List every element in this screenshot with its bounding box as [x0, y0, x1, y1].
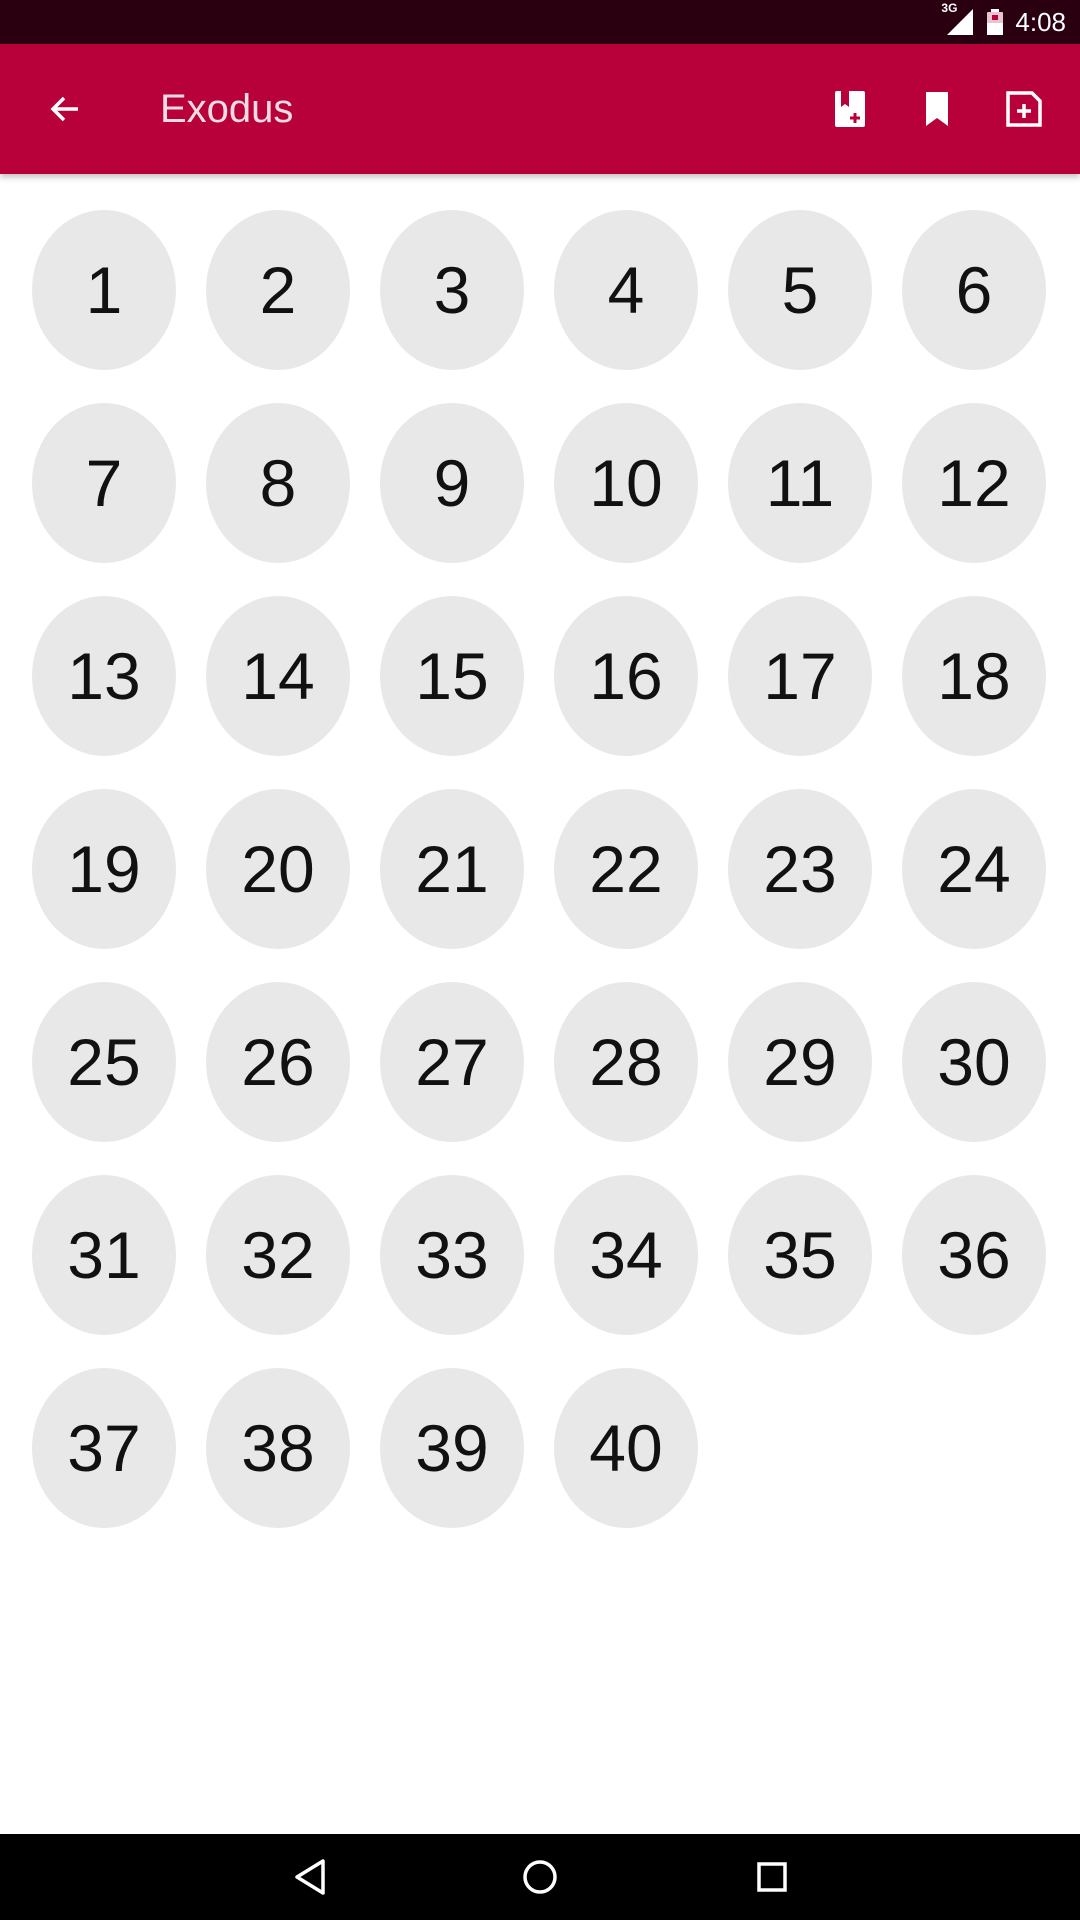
chapter-button[interactable]: 36: [902, 1175, 1046, 1335]
chapter-button[interactable]: 15: [380, 596, 524, 756]
back-triangle-icon: [295, 1859, 325, 1895]
navigation-bar: [0, 1834, 1080, 1920]
chapter-button[interactable]: 5: [728, 210, 872, 370]
chapter-button[interactable]: 3: [380, 210, 524, 370]
chapter-button[interactable]: 21: [380, 789, 524, 949]
chapter-button[interactable]: 32: [206, 1175, 350, 1335]
chapter-button[interactable]: 4: [554, 210, 698, 370]
signal-icon: 3G: [941, 1, 975, 37]
chapter-button[interactable]: 14: [206, 596, 350, 756]
chapter-button[interactable]: 25: [32, 982, 176, 1142]
home-circle-icon: [523, 1860, 557, 1894]
chapter-button[interactable]: 12: [902, 403, 1046, 563]
chapter-button[interactable]: 8: [206, 403, 350, 563]
recents-square-icon: [757, 1862, 787, 1892]
chapter-button[interactable]: 28: [554, 982, 698, 1142]
bookmark-add-button[interactable]: [818, 77, 882, 141]
note-add-icon: [1006, 91, 1042, 127]
chapter-button[interactable]: 37: [32, 1368, 176, 1528]
chapter-button[interactable]: 19: [32, 789, 176, 949]
nav-home-button[interactable]: [510, 1847, 570, 1907]
chapter-button[interactable]: 33: [380, 1175, 524, 1335]
status-time: 4:08: [1015, 6, 1066, 37]
chapter-button[interactable]: 24: [902, 789, 1046, 949]
chapter-button[interactable]: 9: [380, 403, 524, 563]
chapter-button[interactable]: 20: [206, 789, 350, 949]
bookmark-add-icon: [835, 91, 865, 127]
chapter-button[interactable]: 39: [380, 1368, 524, 1528]
bookmark-button[interactable]: [905, 77, 969, 141]
nav-back-button[interactable]: [280, 1847, 340, 1907]
chapter-button[interactable]: 38: [206, 1368, 350, 1528]
bookmark-icon: [926, 92, 948, 126]
network-type: 3G: [941, 1, 958, 15]
chapter-button[interactable]: 6: [902, 210, 1046, 370]
chapter-button[interactable]: 30: [902, 982, 1046, 1142]
chapter-button[interactable]: 13: [32, 596, 176, 756]
chapter-button[interactable]: 7: [32, 403, 176, 563]
nav-recents-button[interactable]: [742, 1847, 802, 1907]
status-icons: 3G 4:08: [941, 0, 1066, 44]
chapter-button[interactable]: 26: [206, 982, 350, 1142]
chapter-button[interactable]: 31: [32, 1175, 176, 1335]
chapter-button[interactable]: 17: [728, 596, 872, 756]
chapter-button[interactable]: 18: [902, 596, 1046, 756]
chapter-button[interactable]: 16: [554, 596, 698, 756]
chapter-button[interactable]: 2: [206, 210, 350, 370]
note-add-button[interactable]: [992, 77, 1056, 141]
chapter-button[interactable]: 1: [32, 210, 176, 370]
chapter-button[interactable]: 22: [554, 789, 698, 949]
chapter-button[interactable]: 11: [728, 403, 872, 563]
battery-icon: [987, 9, 1004, 35]
status-bar: 3G 4:08: [0, 0, 1080, 44]
arrow-left-icon: [50, 96, 78, 122]
app-bar: Exodus: [0, 44, 1080, 174]
chapter-button[interactable]: 10: [554, 403, 698, 563]
chapter-button[interactable]: 34: [554, 1175, 698, 1335]
chapter-button[interactable]: 40: [554, 1368, 698, 1528]
back-button[interactable]: [32, 77, 96, 141]
page-title: Exodus: [160, 87, 294, 131]
chapter-button[interactable]: 27: [380, 982, 524, 1142]
chapter-button[interactable]: 29: [728, 982, 872, 1142]
chapter-button[interactable]: 23: [728, 789, 872, 949]
chapter-button[interactable]: 35: [728, 1175, 872, 1335]
